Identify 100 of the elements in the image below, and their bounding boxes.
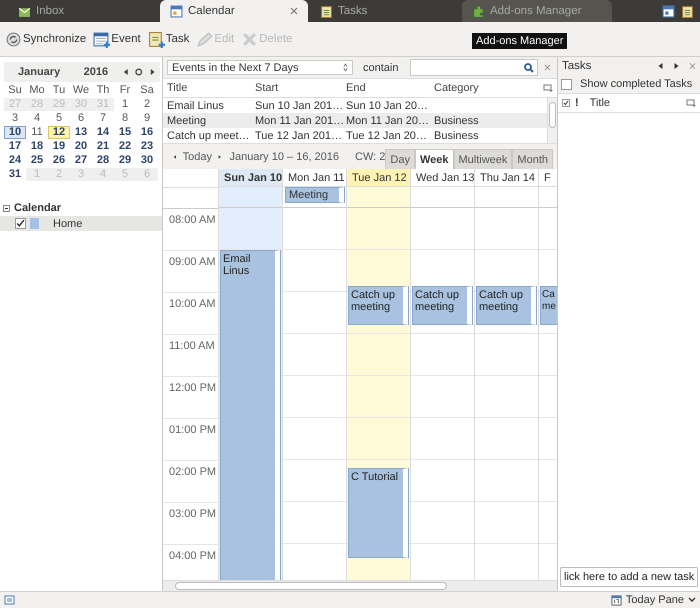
- day-cell[interactable]: 29: [114, 154, 136, 166]
- search-field[interactable]: [410, 59, 538, 76]
- calendar-icon[interactable]: [662, 5, 675, 18]
- day-cell[interactable]: 6: [70, 112, 92, 124]
- previous-icon[interactable]: [173, 152, 177, 160]
- new-task-field[interactable]: lick here to add a new task: [560, 567, 698, 587]
- week-number-label: CW: 2: [355, 150, 386, 162]
- column-header[interactable]: Title: [167, 82, 255, 94]
- column-header[interactable]: Title: [590, 97, 681, 109]
- checkbox[interactable]: [561, 78, 572, 90]
- day-cell[interactable]: 13: [70, 126, 92, 138]
- day-header[interactable]: Sun Jan 10: [219, 169, 282, 187]
- day-cell[interactable]: 3: [4, 112, 26, 124]
- today-button[interactable]: Today: [176, 150, 218, 162]
- collapse-icon[interactable]: [3, 204, 10, 212]
- view-tab[interactable]: Multiweek: [454, 149, 512, 169]
- checkbox[interactable]: [15, 218, 26, 229]
- day-header[interactable]: Wed Jan 13: [411, 169, 474, 187]
- close-icon[interactable]: [544, 64, 552, 71]
- column-header[interactable]: !: [575, 97, 579, 109]
- column-picker-icon[interactable]: [686, 99, 696, 107]
- toolbar-button[interactable]: Event: [92, 28, 145, 50]
- checkmark-icon[interactable]: [562, 99, 570, 107]
- status-icon[interactable]: [4, 594, 16, 606]
- next-icon[interactable]: [148, 68, 156, 76]
- time-label: 08:00 AM: [169, 214, 216, 226]
- delete-icon: [241, 30, 258, 48]
- time-label: 09:00 AM: [169, 256, 216, 268]
- column-header[interactable]: End: [346, 82, 434, 94]
- day-cell[interactable]: 4: [26, 112, 48, 124]
- view-tab[interactable]: Week: [414, 149, 454, 169]
- day-cell[interactable]: 31: [4, 168, 26, 180]
- time-label: 11:00 AM: [169, 340, 215, 352]
- weekday-label: Su: [7, 84, 23, 97]
- calendar-event[interactable]: Email Linus: [220, 250, 280, 581]
- column-header[interactable]: Category: [434, 82, 534, 94]
- next-icon[interactable]: [218, 152, 222, 160]
- all-day-event[interactable]: Meeting: [285, 187, 344, 203]
- weekday-label: Fr: [118, 84, 132, 97]
- app-tab[interactable]: Calendar: [160, 0, 308, 22]
- day-cell[interactable]: 10: [4, 126, 26, 138]
- checkbox-label: Show completed Tasks: [580, 78, 692, 90]
- day-cell[interactable]: 23: [136, 140, 158, 152]
- previous-icon[interactable]: [122, 68, 129, 76]
- next-icon[interactable]: [673, 62, 680, 70]
- range-dropdown[interactable]: Events in the Next 7 Days: [167, 60, 353, 75]
- table-cell-text: Business: [434, 130, 480, 142]
- tooltip: Add-ons Manager: [472, 33, 568, 49]
- day-cell[interactable]: 15: [114, 126, 136, 138]
- calendar-item[interactable]: Home: [0, 216, 162, 231]
- view-tab[interactable]: Day: [385, 149, 415, 169]
- day-cell[interactable]: 7: [92, 112, 114, 124]
- scrollbar[interactable]: [163, 580, 557, 591]
- toolbar-button[interactable]: Synchronize: [4, 28, 90, 50]
- day-cell[interactable]: 2: [136, 98, 158, 110]
- toolbar-button[interactable]: Task: [146, 28, 194, 50]
- day-cell[interactable]: 9: [136, 112, 158, 124]
- day-cell[interactable]: 26: [48, 154, 70, 166]
- day-cell[interactable]: 8: [114, 112, 136, 124]
- day-cell[interactable]: 27: [70, 154, 92, 166]
- table-cell-text: Tue 12 Jan 20…: [346, 130, 428, 142]
- scrollbar[interactable]: [547, 98, 557, 143]
- day-cell[interactable]: 5: [48, 112, 70, 124]
- clipboard-icon[interactable]: [681, 5, 694, 18]
- calendar-event[interactable]: Catch up meeting: [476, 286, 536, 325]
- puzzle-icon: [472, 4, 485, 18]
- calendar-event[interactable]: C Tutorial: [348, 468, 408, 558]
- day-header[interactable]: Thu Jan 14: [475, 169, 538, 187]
- calendar-event[interactable]: Catch up meeting: [412, 286, 472, 325]
- day-cell[interactable]: 14: [92, 126, 114, 138]
- close-icon[interactable]: [290, 7, 298, 15]
- app-tab[interactable]: Inbox: [8, 0, 158, 22]
- calendar-name: Home: [53, 218, 82, 230]
- view-tab[interactable]: Month: [512, 149, 553, 169]
- day-cell[interactable]: 28: [92, 154, 114, 166]
- day-cell[interactable]: 21: [92, 140, 114, 152]
- day-cell[interactable]: 24: [4, 154, 26, 166]
- day-cell[interactable]: 1: [114, 98, 136, 110]
- circle-icon[interactable]: [135, 68, 142, 76]
- day-cell[interactable]: 17: [4, 140, 26, 152]
- day-cell[interactable]: 19: [48, 140, 70, 152]
- day-cell[interactable]: 30: [136, 154, 158, 166]
- chevron-down-icon: [688, 597, 696, 603]
- previous-icon[interactable]: [657, 62, 664, 70]
- year-label: 2016: [84, 66, 110, 78]
- today-pane-button[interactable]: Today Pane: [610, 594, 696, 606]
- calendar-event[interactable]: Catch up meeting: [348, 286, 408, 325]
- day-cell[interactable]: 20: [70, 140, 92, 152]
- day-cell[interactable]: 11: [26, 126, 48, 138]
- column-picker-icon[interactable]: [543, 84, 553, 92]
- app-tab[interactable]: Tasks: [310, 0, 460, 22]
- day-cell[interactable]: 18: [26, 140, 48, 152]
- day-cell[interactable]: 16: [136, 126, 158, 138]
- close-icon[interactable]: [689, 62, 696, 70]
- day-cell[interactable]: 22: [114, 140, 136, 152]
- day-header[interactable]: Tue Jan 12: [347, 169, 410, 187]
- day-cell[interactable]: 12: [48, 126, 70, 138]
- column-header[interactable]: Start: [255, 82, 346, 94]
- day-cell[interactable]: 25: [26, 154, 48, 166]
- calendar-event[interactable]: Ca me: [540, 286, 557, 325]
